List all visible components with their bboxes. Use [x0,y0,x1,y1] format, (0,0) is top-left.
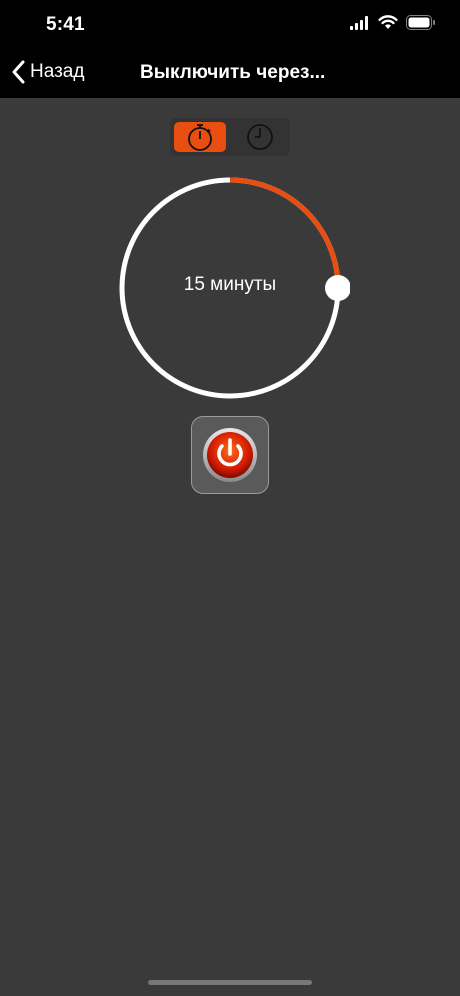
chevron-left-icon [12,60,25,84]
clock-icon [247,124,273,150]
timer-icon [188,124,212,151]
status-icons [350,15,436,30]
status-time: 5:41 [46,14,85,35]
power-icon [203,428,257,482]
page-title: Выключить через... [140,62,326,83]
back-label: Назад [30,61,85,82]
back-button[interactable]: Назад [12,60,84,84]
wifi-icon [378,15,398,29]
timer-mode-button[interactable] [174,122,226,152]
clock-mode-button[interactable] [234,122,286,152]
signal-icon [350,15,368,30]
mode-selector [170,118,290,156]
battery-icon [406,15,435,30]
timer-value-label: 15 минуты [183,274,277,295]
dial-progress-arc [229,177,341,289]
home-indicator[interactable] [148,980,312,985]
power-button[interactable] [191,416,269,494]
top-bar: 5:41 Назад Выключить через... [0,0,460,98]
